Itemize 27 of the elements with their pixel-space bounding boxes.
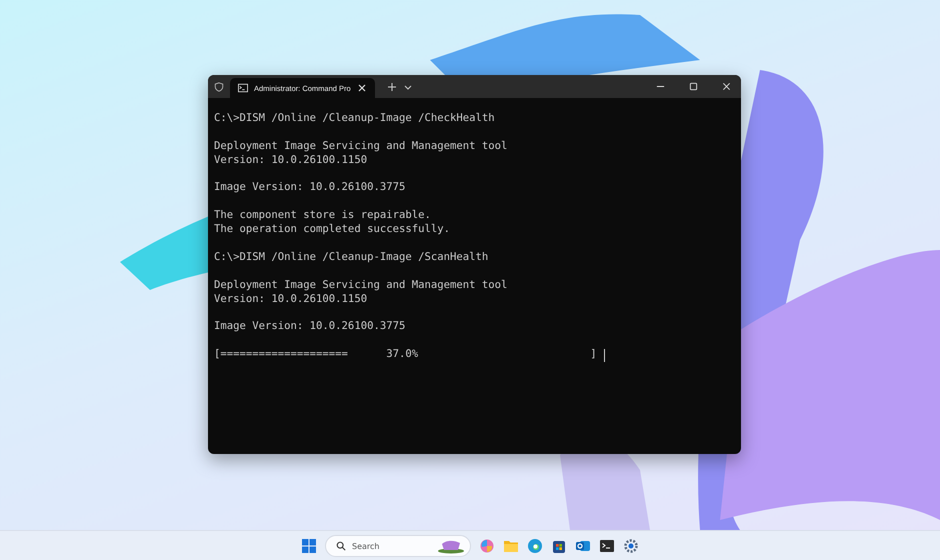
start-icon[interactable] — [301, 538, 317, 554]
terminal-icon[interactable] — [599, 538, 615, 554]
mail-icon[interactable] — [575, 538, 591, 554]
terminal-line: The component store is repairable. — [214, 209, 431, 224]
terminal-line: Image Version: 10.0.26100.3775 — [214, 181, 406, 196]
copilot-icon[interactable] — [479, 538, 495, 554]
terminal-line: Image Version: 10.0.26100.3775 — [214, 320, 406, 334]
browser-icon[interactable] — [527, 538, 543, 554]
search-field[interactable]: Search — [325, 535, 471, 557]
terminal-icon — [238, 83, 248, 93]
terminal-line: Deployment Image Servicing and Management tool — [214, 140, 508, 154]
new-tab-icon[interactable] — [386, 82, 397, 92]
close-icon[interactable] — [722, 82, 731, 91]
terminal-line: Version: 10.0.26100.1150 — [214, 154, 368, 168]
terminal-line: Deployment Image Servicing and Management tool — [214, 278, 508, 293]
maximize-icon[interactable] — [689, 82, 698, 91]
close-icon[interactable] — [356, 83, 367, 93]
shield-icon — [214, 82, 224, 92]
search-icon — [336, 541, 346, 551]
terminal-line: The operation completed successfully. — [214, 223, 450, 238]
terminal-line: C:\>DISM /Online /Cleanup-Image /CheckHealth — [214, 112, 495, 126]
store-icon[interactable] — [551, 538, 567, 554]
search-input[interactable]: Search — [352, 542, 412, 550]
terminal-line: [==================== 37.0% ] — [214, 348, 597, 362]
terminal-line: Version: 10.0.26100.1150 — [214, 292, 368, 306]
settings-icon[interactable] — [623, 538, 639, 554]
terminal-line: C:\>DISM /Online /Cleanup-Image /ScanHealth — [214, 250, 488, 265]
